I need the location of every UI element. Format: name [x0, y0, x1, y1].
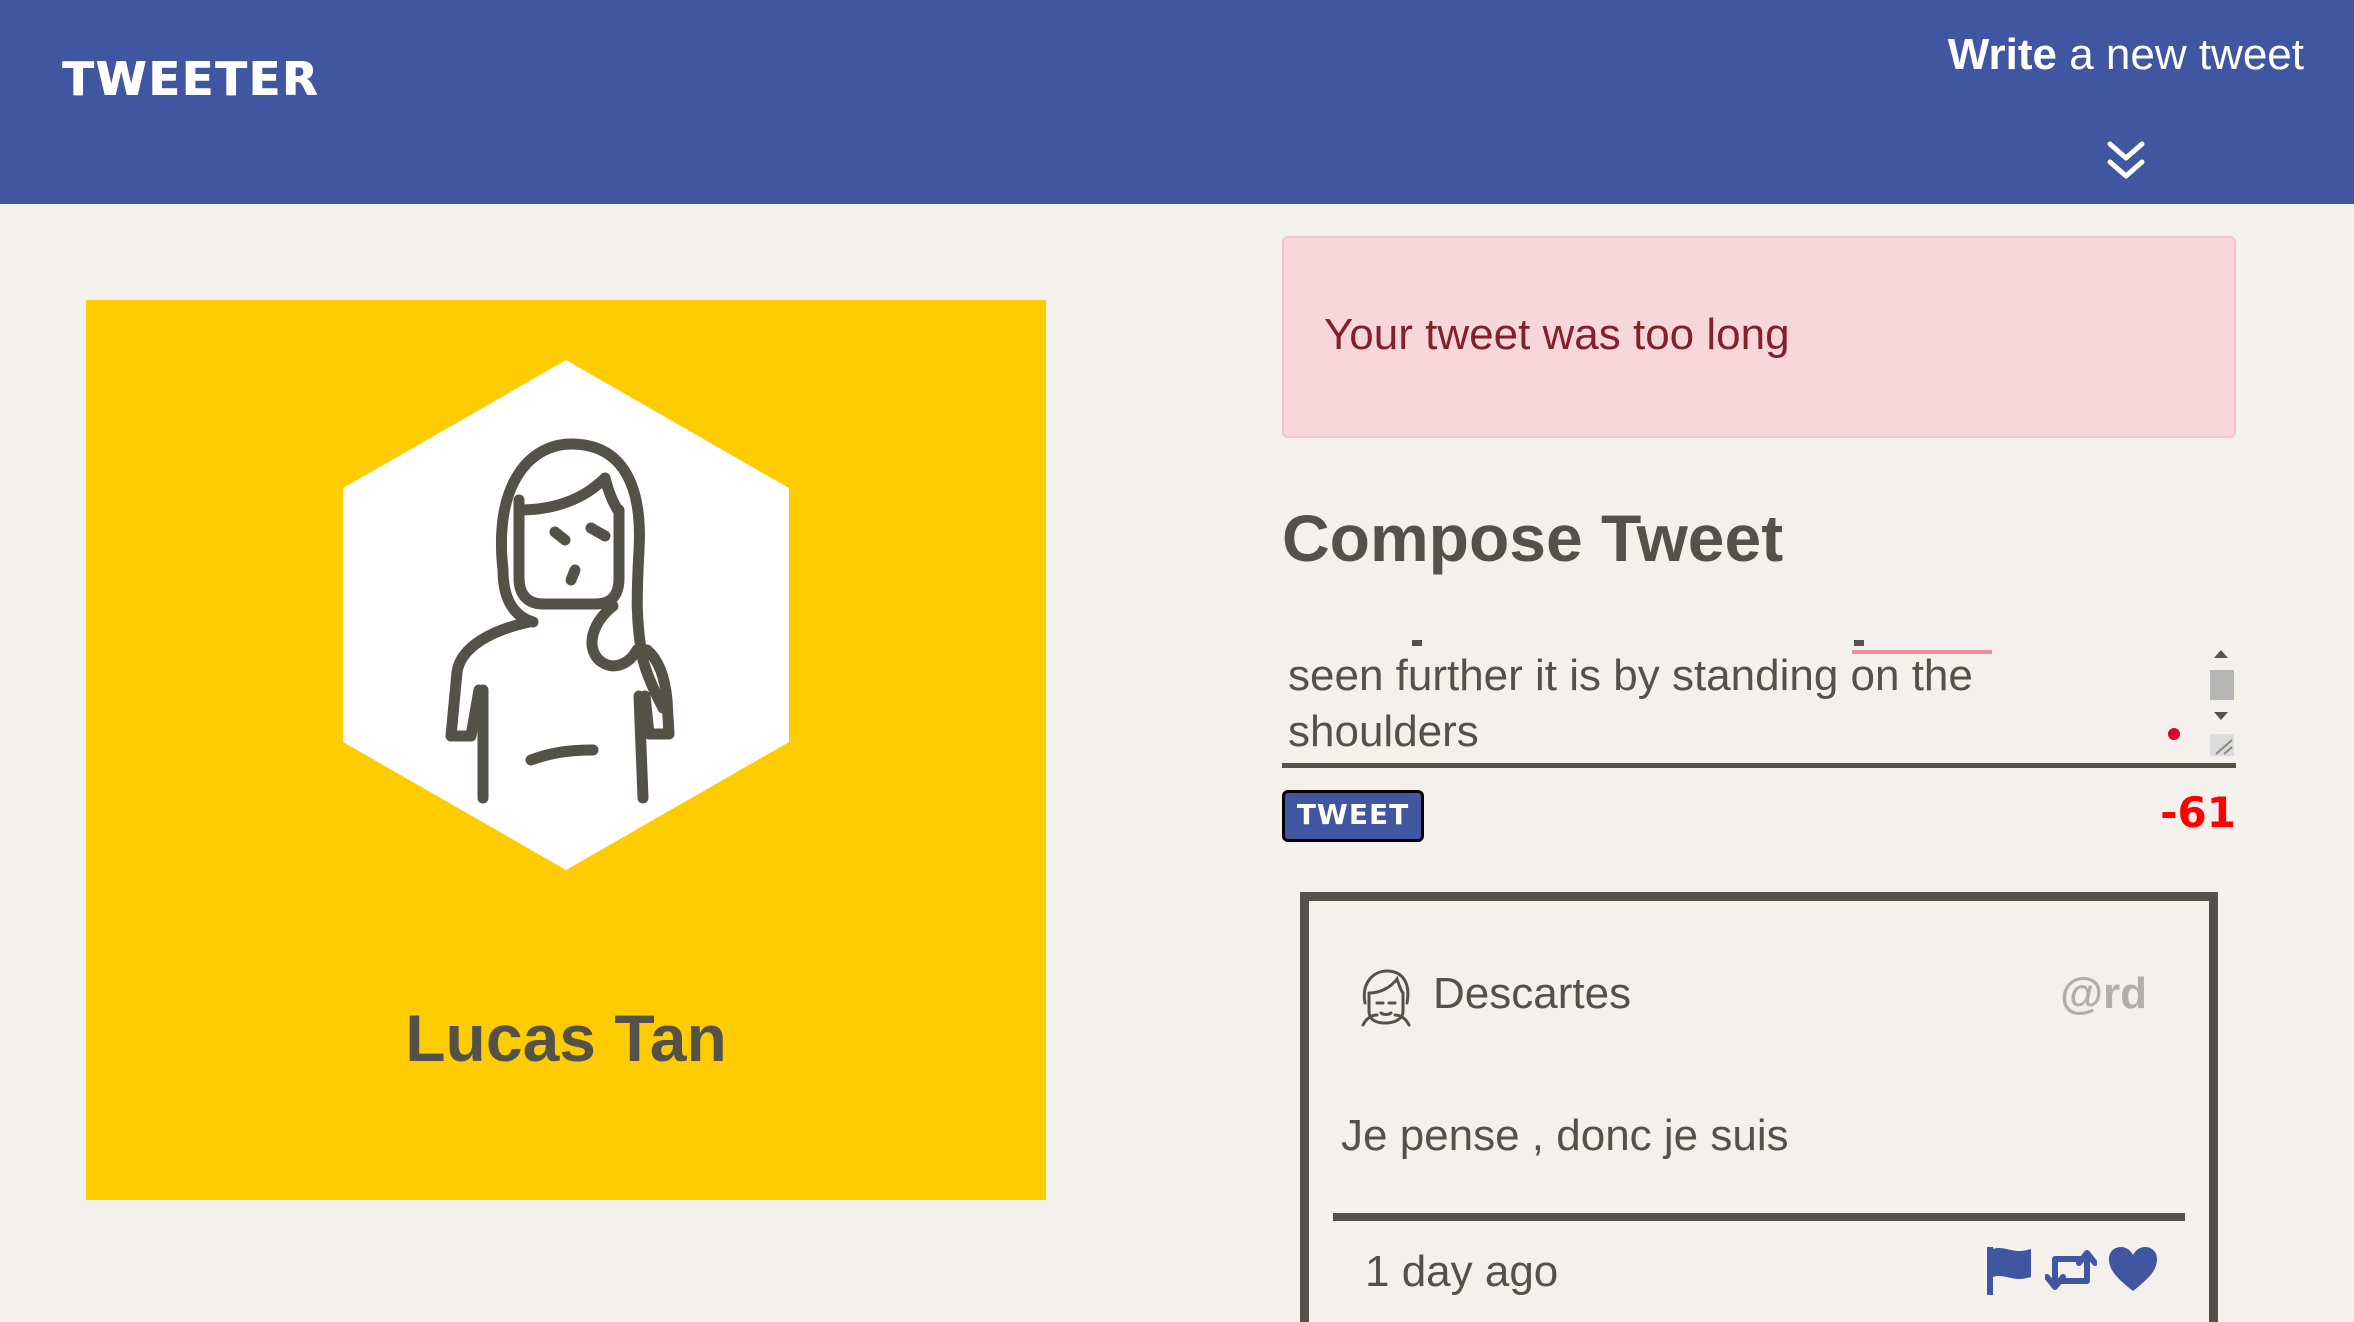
tweet-author-handle: @rd	[2060, 969, 2147, 1018]
error-message: Your tweet was too long	[1324, 310, 1790, 359]
brand-logo[interactable]: TWEETER	[62, 52, 319, 106]
top-nav: TWEETER Write a new tweet	[0, 0, 2354, 204]
tweet-author-name: Descartes	[1433, 969, 1632, 1018]
error-alert: Your tweet was too long	[1282, 236, 2236, 438]
cursor-dot	[2168, 728, 2180, 740]
tweet-content: Je pense , donc je suis	[1341, 1111, 1789, 1160]
heart-icon[interactable]	[2107, 1245, 2159, 1295]
write-label-rest: a new tweet	[2069, 30, 2304, 79]
tweet-textarea-text: seen further it is by standing on the sh…	[1288, 648, 2168, 763]
user-avatar-icon	[1361, 969, 1411, 1027]
tweet-actions	[1983, 1245, 2159, 1295]
chevrons-down-icon[interactable]	[2106, 140, 2146, 182]
retweet-icon[interactable]	[2044, 1245, 2098, 1295]
textarea-scrollbar[interactable]	[2206, 650, 2236, 760]
write-new-tweet-link[interactable]: Write a new tweet	[1948, 30, 2304, 80]
compose-title: Compose Tweet	[1282, 501, 1784, 575]
profile-card: Lucas Tan	[86, 300, 1046, 1200]
tweet-submit-button[interactable]: TWEET	[1282, 790, 1424, 842]
tweet-timestamp: 1 day ago	[1365, 1247, 1559, 1296]
profile-name: Lucas Tan	[405, 1001, 727, 1075]
char-counter: -61	[2160, 788, 2236, 837]
tweet-textarea-line: of giants	[1288, 760, 2168, 763]
tweet-textarea[interactable]: seen further it is by standing on the sh…	[1282, 640, 2236, 768]
tweet-card: Descartes @rd Je pense , donc je suis 1 …	[1300, 892, 2218, 1322]
girl-avatar-icon	[343, 360, 789, 870]
flag-icon[interactable]	[1983, 1245, 2035, 1295]
clipped-text-fragment	[1854, 640, 1864, 646]
write-label-bold: Write	[1947, 30, 2057, 79]
clipped-text-fragment	[1412, 640, 1422, 646]
tweet-textarea-line: seen further it is by standing on the sh…	[1288, 651, 1973, 756]
tweet-divider	[1333, 1213, 2185, 1221]
